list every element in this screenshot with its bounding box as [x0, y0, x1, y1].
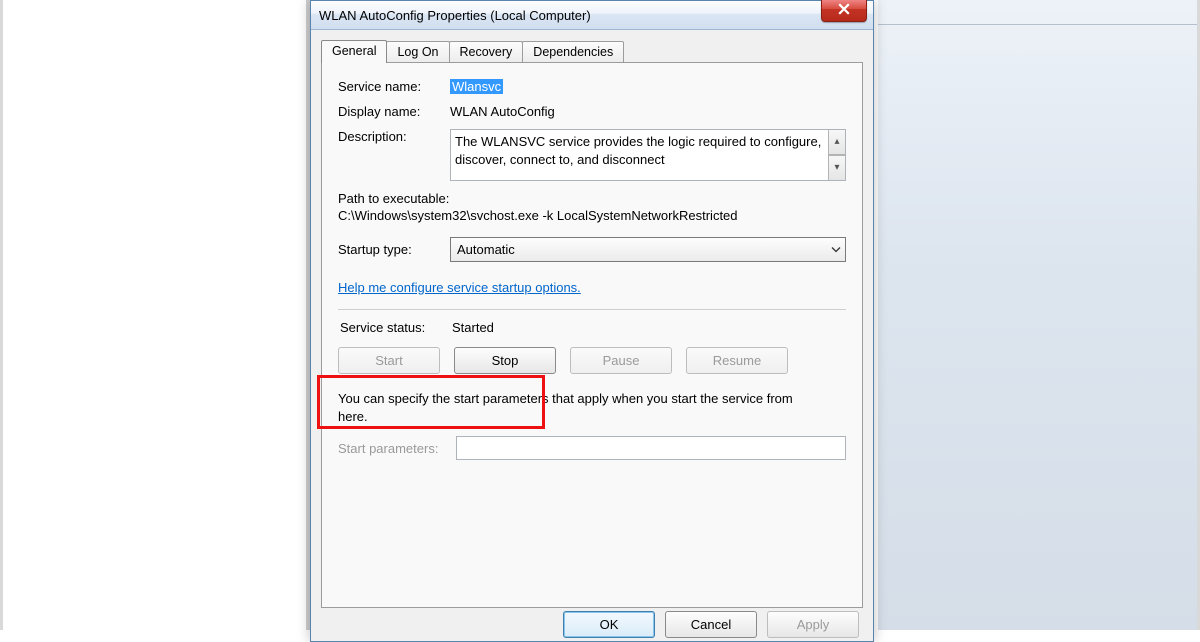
hint-text: You can specify the start parameters tha…	[338, 390, 818, 426]
tab-dependencies[interactable]: Dependencies	[522, 41, 624, 63]
startup-type-select[interactable]: Automatic	[450, 237, 846, 262]
label-path: Path to executable:	[338, 191, 846, 206]
pause-button: Pause	[570, 347, 672, 374]
tab-log-on[interactable]: Log On	[386, 41, 449, 63]
value-description: The WLANSVC service provides the logic r…	[455, 134, 821, 167]
properties-dialog: WLAN AutoConfig Properties (Local Comput…	[310, 0, 874, 642]
label-description: Description:	[338, 129, 450, 144]
titlebar[interactable]: WLAN AutoConfig Properties (Local Comput…	[311, 1, 873, 30]
tab-strip: General Log On Recovery Dependencies	[321, 38, 863, 62]
stop-button[interactable]: Stop	[454, 347, 556, 374]
value-service-status: Started	[452, 320, 494, 335]
divider	[338, 309, 846, 310]
label-service-name: Service name:	[338, 79, 450, 94]
chevron-down-icon	[831, 242, 841, 257]
scroll-down-button[interactable]: ▾	[828, 155, 846, 181]
value-path: C:\Windows\system32\svchost.exe -k Local…	[338, 208, 846, 223]
dialog-footer: OK Cancel Apply	[563, 611, 859, 638]
label-start-parameters: Start parameters:	[338, 441, 456, 456]
background-left-panel	[3, 0, 310, 630]
value-service-name[interactable]: Wlansvc	[450, 79, 503, 94]
cancel-button[interactable]: Cancel	[665, 611, 757, 638]
description-scrollbar: ▴ ▾	[828, 129, 846, 181]
tab-recovery[interactable]: Recovery	[449, 41, 524, 63]
chevron-up-icon: ▴	[834, 135, 839, 149]
chevron-down-icon: ▾	[834, 161, 839, 175]
start-parameters-input	[456, 436, 846, 460]
value-display-name: WLAN AutoConfig	[450, 104, 555, 119]
ok-button[interactable]: OK	[563, 611, 655, 638]
start-button: Start	[338, 347, 440, 374]
label-startup-type: Startup type:	[338, 242, 450, 257]
scroll-up-button[interactable]: ▴	[828, 129, 846, 155]
resume-button: Resume	[686, 347, 788, 374]
tab-page-general: Service name: Wlansvc Display name: WLAN…	[321, 62, 863, 608]
tab-general[interactable]: General	[321, 40, 387, 63]
label-service-status: Service status:	[340, 320, 452, 335]
help-link[interactable]: Help me configure service startup option…	[338, 280, 581, 295]
description-textbox[interactable]: The WLANSVC service provides the logic r…	[450, 129, 846, 181]
window-title: WLAN AutoConfig Properties (Local Comput…	[319, 8, 591, 23]
value-startup-type: Automatic	[457, 242, 515, 257]
background-right-panel	[878, 0, 1197, 630]
close-button[interactable]	[821, 0, 867, 22]
apply-button: Apply	[767, 611, 859, 638]
label-display-name: Display name:	[338, 104, 450, 119]
close-icon	[838, 3, 850, 18]
